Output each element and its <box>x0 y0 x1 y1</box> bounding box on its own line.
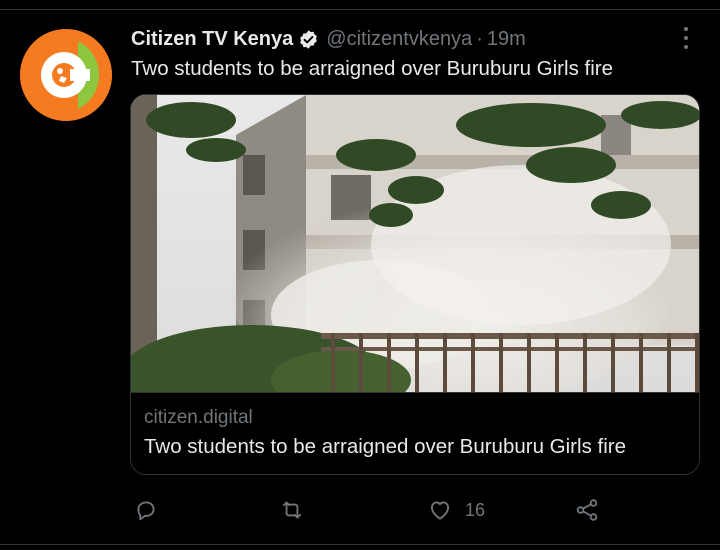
top-divider <box>0 0 720 10</box>
verified-badge-icon <box>298 29 319 50</box>
display-name[interactable]: Citizen TV Kenya <box>131 28 293 51</box>
tweet-text: Two students to be arraigned over Burubu… <box>131 57 613 80</box>
more-dot <box>684 27 688 31</box>
timestamp[interactable]: 19m <box>487 28 526 51</box>
retweet-icon <box>282 501 302 519</box>
separator-dot: · <box>476 27 483 50</box>
more-options-icon[interactable] <box>676 25 696 51</box>
link-card[interactable]: citizen.digital Two students to be arrai… <box>130 94 700 475</box>
citizen-tv-logo <box>20 29 112 121</box>
reply-button[interactable] <box>133 493 171 527</box>
bottom-divider <box>0 544 720 545</box>
action-bar: 16 <box>0 493 720 527</box>
user-handle[interactable]: @citizentvkenya <box>326 28 472 51</box>
retweet-button[interactable] <box>279 493 317 527</box>
more-dot <box>684 45 688 49</box>
card-domain: citizen.digital <box>144 407 253 428</box>
card-image <box>131 95 699 392</box>
like-count: 16 <box>465 499 486 520</box>
share-icon <box>576 499 598 521</box>
tweet-header: Citizen TV Kenya @citizentvkenya · 19m <box>131 26 526 52</box>
card-footer: citizen.digital Two students to be arrai… <box>131 392 699 474</box>
heart-icon <box>430 501 450 520</box>
share-button[interactable] <box>574 493 600 527</box>
avatar[interactable] <box>20 29 112 121</box>
more-dot <box>684 36 688 40</box>
card-title: Two students to be arraigned over Burubu… <box>144 435 626 458</box>
like-button[interactable]: 16 <box>427 493 485 527</box>
reply-icon <box>137 501 155 521</box>
